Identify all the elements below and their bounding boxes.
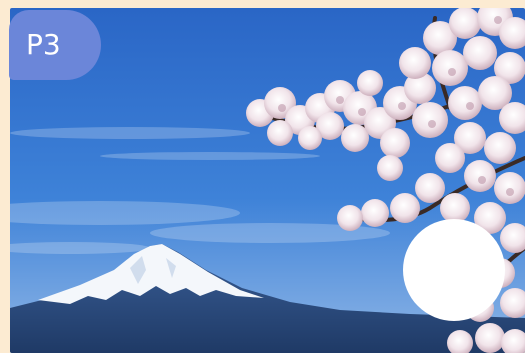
white-circle-marker-icon[interactable] <box>403 219 505 321</box>
slide-canvas: P3 <box>0 0 525 353</box>
page-badge[interactable]: P3 <box>9 10 101 80</box>
